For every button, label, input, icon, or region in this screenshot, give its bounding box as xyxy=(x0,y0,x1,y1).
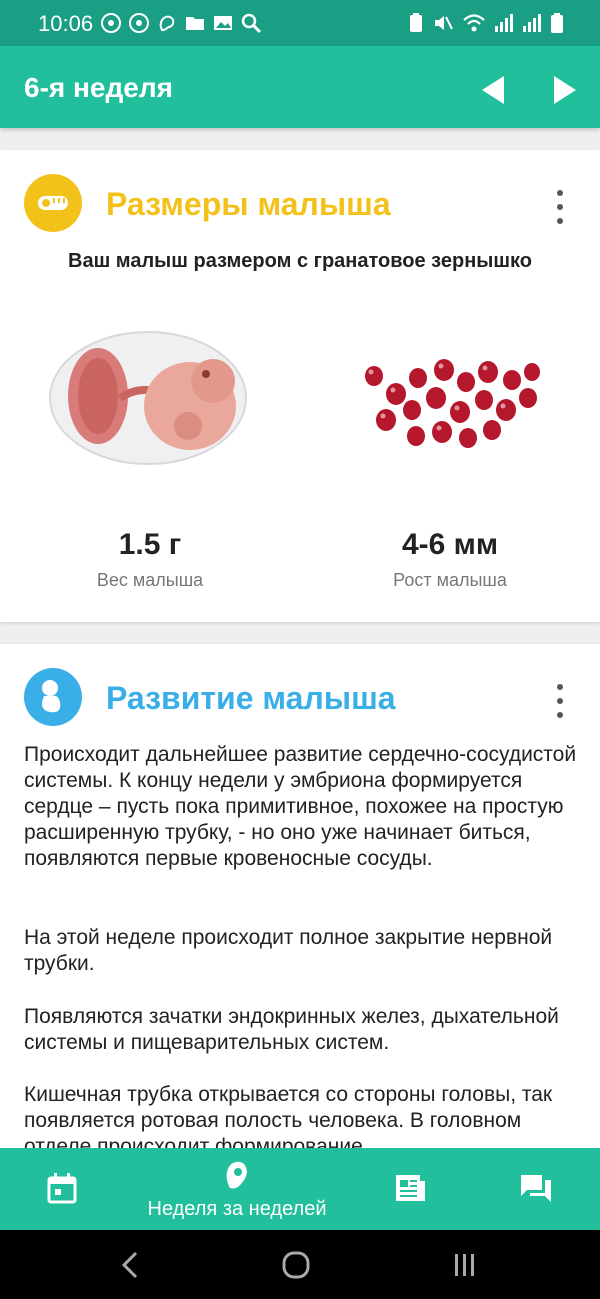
height-label: Рост малыша xyxy=(393,570,507,590)
fetus-icon xyxy=(159,15,175,32)
nav-articles[interactable] xyxy=(392,1170,432,1210)
triangle-right-icon xyxy=(554,76,576,104)
baby-icon xyxy=(101,13,121,33)
recents-icon[interactable] xyxy=(450,1250,480,1280)
height-value: 4-6 мм xyxy=(401,528,499,561)
weight-value: 1.5 г xyxy=(118,528,182,561)
battery-icon xyxy=(551,13,563,33)
development-paragraph: Появляются зачатки эндокринных желез, ды… xyxy=(24,1005,559,1054)
mute-icon xyxy=(435,16,453,30)
previous-week-button[interactable] xyxy=(474,70,514,110)
wifi-icon xyxy=(463,14,485,32)
baby-development-card: Развитие малыша Происходит дальнейшее ра… xyxy=(0,644,600,1164)
app-bar: 6-я неделя xyxy=(0,46,600,128)
system-navigation-bar xyxy=(0,1230,600,1299)
search-icon xyxy=(241,13,262,34)
development-card-title: Развитие малыша xyxy=(106,680,396,716)
development-paragraph: На этой неделе происходит полное закрыти… xyxy=(24,926,553,975)
development-card-menu-button[interactable] xyxy=(550,684,570,718)
next-week-button[interactable] xyxy=(544,70,584,110)
nav-forum[interactable] xyxy=(518,1170,558,1210)
nav-week-by-week-label: Неделя за неделей xyxy=(147,1198,327,1220)
status-time: 10:06 xyxy=(38,11,94,36)
chat-icon xyxy=(521,1175,551,1202)
size-card-menu-button[interactable] xyxy=(550,190,570,224)
signal-icon xyxy=(523,14,541,32)
embryo-image xyxy=(49,331,247,465)
baby-size-card: Размеры малыша Ваш малыш размером с гран… xyxy=(0,150,600,622)
page-title: 6-я неделя xyxy=(24,72,173,103)
signal-icon xyxy=(495,14,513,32)
newspaper-icon xyxy=(396,1175,425,1201)
development-paragraph: Происходит дальнейшее развитие сердечно-… xyxy=(24,743,577,870)
status-bar: 10:06 xyxy=(0,0,600,46)
notification-icons xyxy=(100,12,262,34)
size-comparison-text: Ваш малыш размером с гранатовое зернышко xyxy=(68,250,532,272)
tape-measure-icon xyxy=(24,174,82,232)
bottom-navigation: Неделя за неделей xyxy=(0,1148,600,1230)
weight-label: Вес малыша xyxy=(96,570,204,590)
fetus-icon xyxy=(226,1161,247,1189)
baby-icon xyxy=(129,13,149,33)
system-icons xyxy=(408,12,564,34)
size-card-title: Размеры малыша xyxy=(106,186,391,222)
image-icon xyxy=(214,16,232,30)
battery-saver-icon xyxy=(410,13,422,32)
calendar-icon xyxy=(47,1173,77,1204)
nav-calendar[interactable] xyxy=(44,1170,84,1210)
fetus-icon xyxy=(24,668,82,726)
back-icon[interactable] xyxy=(116,1250,144,1280)
home-icon[interactable] xyxy=(280,1250,312,1280)
folder-icon xyxy=(186,17,204,30)
nav-week-by-week[interactable]: Неделя за неделей xyxy=(130,1156,344,1226)
triangle-left-icon xyxy=(482,76,504,104)
pomegranate-seeds-image xyxy=(365,359,540,448)
